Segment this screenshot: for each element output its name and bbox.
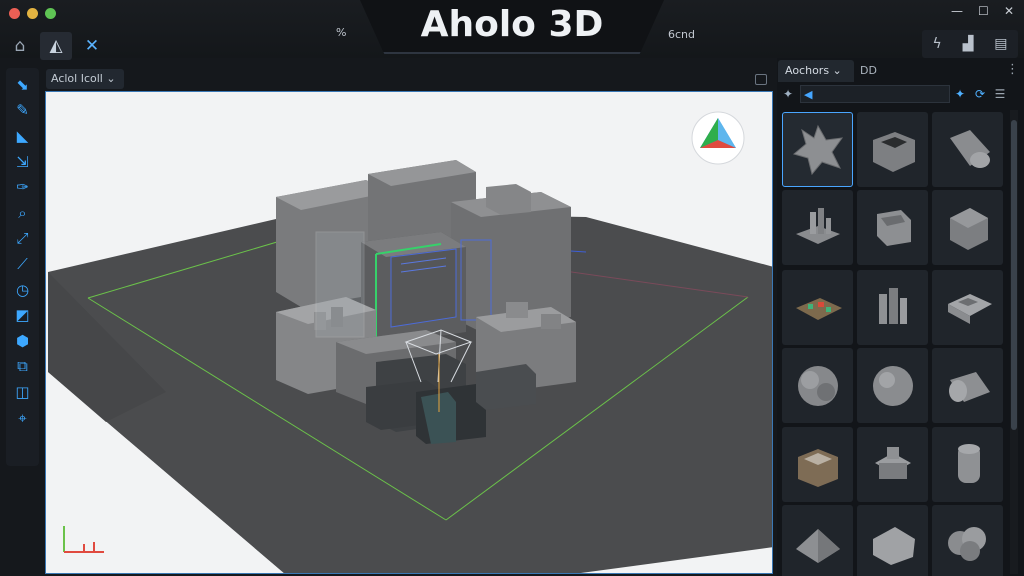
asset-search-input[interactable]: ◀ xyxy=(800,85,950,103)
tent-icon xyxy=(795,528,840,563)
asset-search-bar: ✦ ◀ ✦ ⟳ ☰ xyxy=(778,84,1022,104)
list-view-icon[interactable]: ☰ xyxy=(990,87,1010,101)
scale-icon[interactable]: ⤢ xyxy=(10,226,36,252)
add-asset-icon[interactable]: ✦ xyxy=(950,87,970,101)
asset-tab-2[interactable]: DD xyxy=(860,64,877,77)
minimize-window-button[interactable] xyxy=(27,8,38,19)
maximize-window-button[interactable] xyxy=(45,8,56,19)
solid-cube-icon xyxy=(949,207,988,250)
transform-tool-icon[interactable]: ⇲ xyxy=(10,149,36,175)
pillow-icon xyxy=(872,526,915,565)
view-cube-icon[interactable] xyxy=(690,110,746,166)
refresh-icon[interactable]: ⟳ xyxy=(970,87,990,101)
close-icon[interactable]: ✕ xyxy=(1004,4,1014,18)
circuit-board-asset[interactable] xyxy=(782,270,853,345)
spiky-blob-icon xyxy=(792,124,843,175)
title-right-label: 6cnd xyxy=(668,28,696,41)
city-block-asset[interactable] xyxy=(782,190,853,265)
top-toolbar: ⌂ ◭ ✕ xyxy=(4,32,108,60)
sphere-icon xyxy=(872,365,913,406)
transform-icon[interactable]: ✕ xyxy=(76,32,108,60)
lightning-icon[interactable]: ϟ xyxy=(932,36,941,52)
title-left-label: % xyxy=(336,26,347,39)
solid-cube-asset[interactable] xyxy=(932,190,1003,265)
panel-options-icon[interactable]: ⋮ xyxy=(1006,62,1019,77)
clock-icon[interactable]: ◷ xyxy=(10,277,36,303)
tube-icon xyxy=(957,443,980,483)
rounded-cube-icon xyxy=(797,365,838,406)
view-mode-dropdown[interactable]: Aclol Icoll ⌄ xyxy=(46,69,124,89)
3d-viewport[interactable] xyxy=(45,91,773,574)
pin-icon[interactable]: ✦ xyxy=(778,87,798,101)
duplicate-icon[interactable]: ⧉ xyxy=(10,354,36,380)
sphere-asset[interactable] xyxy=(857,348,928,423)
hollow-box-icon xyxy=(872,131,915,172)
close-window-button[interactable] xyxy=(9,8,20,19)
asset-scrollbar-thumb[interactable] xyxy=(1011,120,1017,430)
towers-asset[interactable] xyxy=(857,270,928,345)
align-icon[interactable]: ⌖ xyxy=(10,405,36,431)
home-icon[interactable]: ⌂ xyxy=(4,32,36,60)
towers-icon xyxy=(878,287,907,324)
right-toolbar: ϟ ▟ ▤ xyxy=(922,30,1018,58)
zoom-icon[interactable]: ⌕ xyxy=(10,200,36,226)
eraser-icon[interactable]: ◣ xyxy=(10,123,36,149)
crate-asset[interactable] xyxy=(782,427,853,502)
spiky-blob-asset[interactable] xyxy=(782,112,853,187)
folder-icon[interactable]: ◫ xyxy=(10,379,36,405)
shape-icon[interactable]: ◭ xyxy=(40,32,72,60)
tube-asset[interactable] xyxy=(932,427,1003,502)
room-icon xyxy=(947,293,992,324)
cylinder-asset[interactable] xyxy=(932,112,1003,187)
circuit-board-icon xyxy=(795,297,842,320)
rounded-cube-asset[interactable] xyxy=(782,348,853,423)
left-toolbar: ⬊ ✎ ◣ ⇲ ✑ ⌕ ⤢ ⟋ ◷ ◩ ⬢ ⧉ ◫ ⌖ xyxy=(6,68,39,466)
knife-icon[interactable]: ⟋ xyxy=(10,251,36,277)
cylinder-icon xyxy=(949,129,990,168)
brush-icon[interactable]: ✎ xyxy=(10,98,36,124)
pen-icon[interactable]: ✑ xyxy=(10,174,36,200)
restore-icon[interactable]: ☐ xyxy=(978,4,989,18)
machine-icon xyxy=(874,446,911,479)
app-title: Aholo 3D xyxy=(420,4,604,45)
blob-icon xyxy=(947,526,986,561)
app-window: Aholo 3D % 6cnd ⌂ ◭ ✕ — ☐ ✕ ϟ ▟ ▤ ⬊ ✎ ◣ … xyxy=(0,0,1024,576)
minimize-icon[interactable]: — xyxy=(951,4,963,18)
layers-icon[interactable]: ◩ xyxy=(10,302,36,328)
room-asset[interactable] xyxy=(932,270,1003,345)
hollow-box-asset[interactable] xyxy=(857,112,928,187)
viewport-menu-icon[interactable] xyxy=(755,74,767,85)
scene-render xyxy=(48,160,772,573)
axis-gizmo-icon xyxy=(63,526,104,553)
asset-category-dropdown[interactable]: Aochors ⌄ xyxy=(778,60,854,82)
machine-asset[interactable] xyxy=(857,427,928,502)
pillow-asset[interactable] xyxy=(857,505,928,576)
city-block-icon xyxy=(795,207,840,244)
crate-icon xyxy=(797,448,838,487)
tent-asset[interactable] xyxy=(782,505,853,576)
open-cube-icon xyxy=(876,209,911,246)
capsule-asset[interactable] xyxy=(932,348,1003,423)
blob-asset[interactable] xyxy=(932,505,1003,576)
capsule-icon xyxy=(948,371,990,402)
cube-icon[interactable]: ⬢ xyxy=(10,328,36,354)
save-icon[interactable]: ▤ xyxy=(994,36,1007,52)
title-bar: Aholo 3D % 6cnd ⌂ ◭ ✕ — ☐ ✕ ϟ ▟ ▤ xyxy=(0,0,1024,60)
open-cube-asset[interactable] xyxy=(857,190,928,265)
select-icon[interactable]: ⬊ xyxy=(10,72,36,98)
camera-icon[interactable]: ▟ xyxy=(963,36,974,52)
